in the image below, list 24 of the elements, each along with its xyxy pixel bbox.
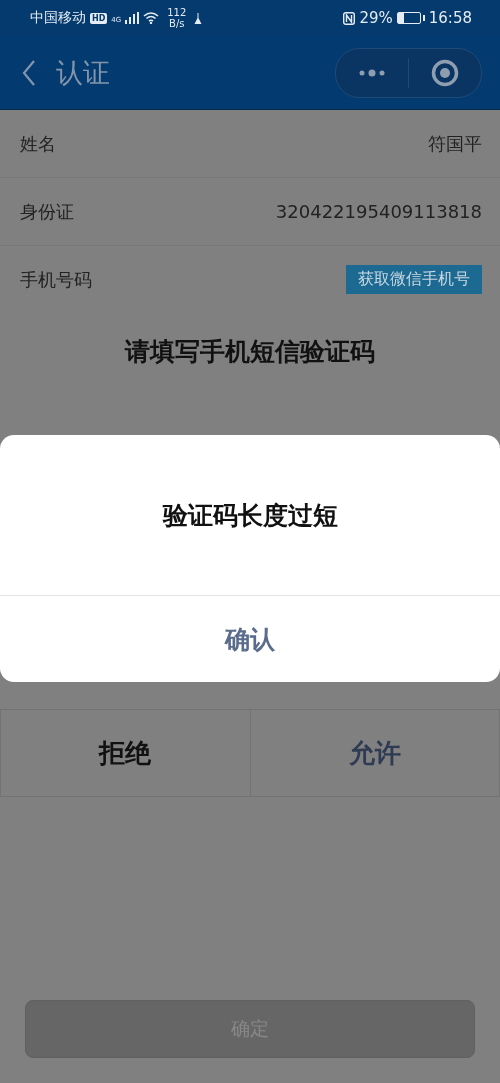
broom-icon xyxy=(194,12,203,24)
hd-badge: HD xyxy=(90,12,108,24)
dialog-confirm-button[interactable]: 确认 xyxy=(0,596,500,682)
clock-time: 16:58 xyxy=(428,9,472,27)
back-button[interactable] xyxy=(22,59,36,86)
back-icon xyxy=(22,59,36,86)
more-icon xyxy=(358,67,386,78)
wifi-icon xyxy=(143,12,160,24)
speed-value: 112 xyxy=(167,7,187,18)
page-title: 认证 xyxy=(56,55,111,90)
target-icon xyxy=(431,58,459,87)
field-label: 身份证 xyxy=(20,199,74,224)
nfc-icon xyxy=(343,11,356,25)
field-label: 姓名 xyxy=(20,131,56,156)
dialog-message: 验证码长度过短 xyxy=(0,435,500,596)
carrier-name: 中国移动 xyxy=(30,9,86,27)
field-value: 符国平 xyxy=(428,131,482,156)
signal-icon xyxy=(125,12,140,24)
field-label: 手机号码 xyxy=(20,267,92,292)
field-value: 320422195409113818 xyxy=(275,201,482,222)
speed-unit: B/s xyxy=(169,18,185,29)
sms-heading: 请填写手机短信验证码 xyxy=(123,336,376,368)
get-phone-button[interactable]: 获取微信手机号 xyxy=(346,265,482,294)
battery-percent: 29% xyxy=(359,9,393,27)
